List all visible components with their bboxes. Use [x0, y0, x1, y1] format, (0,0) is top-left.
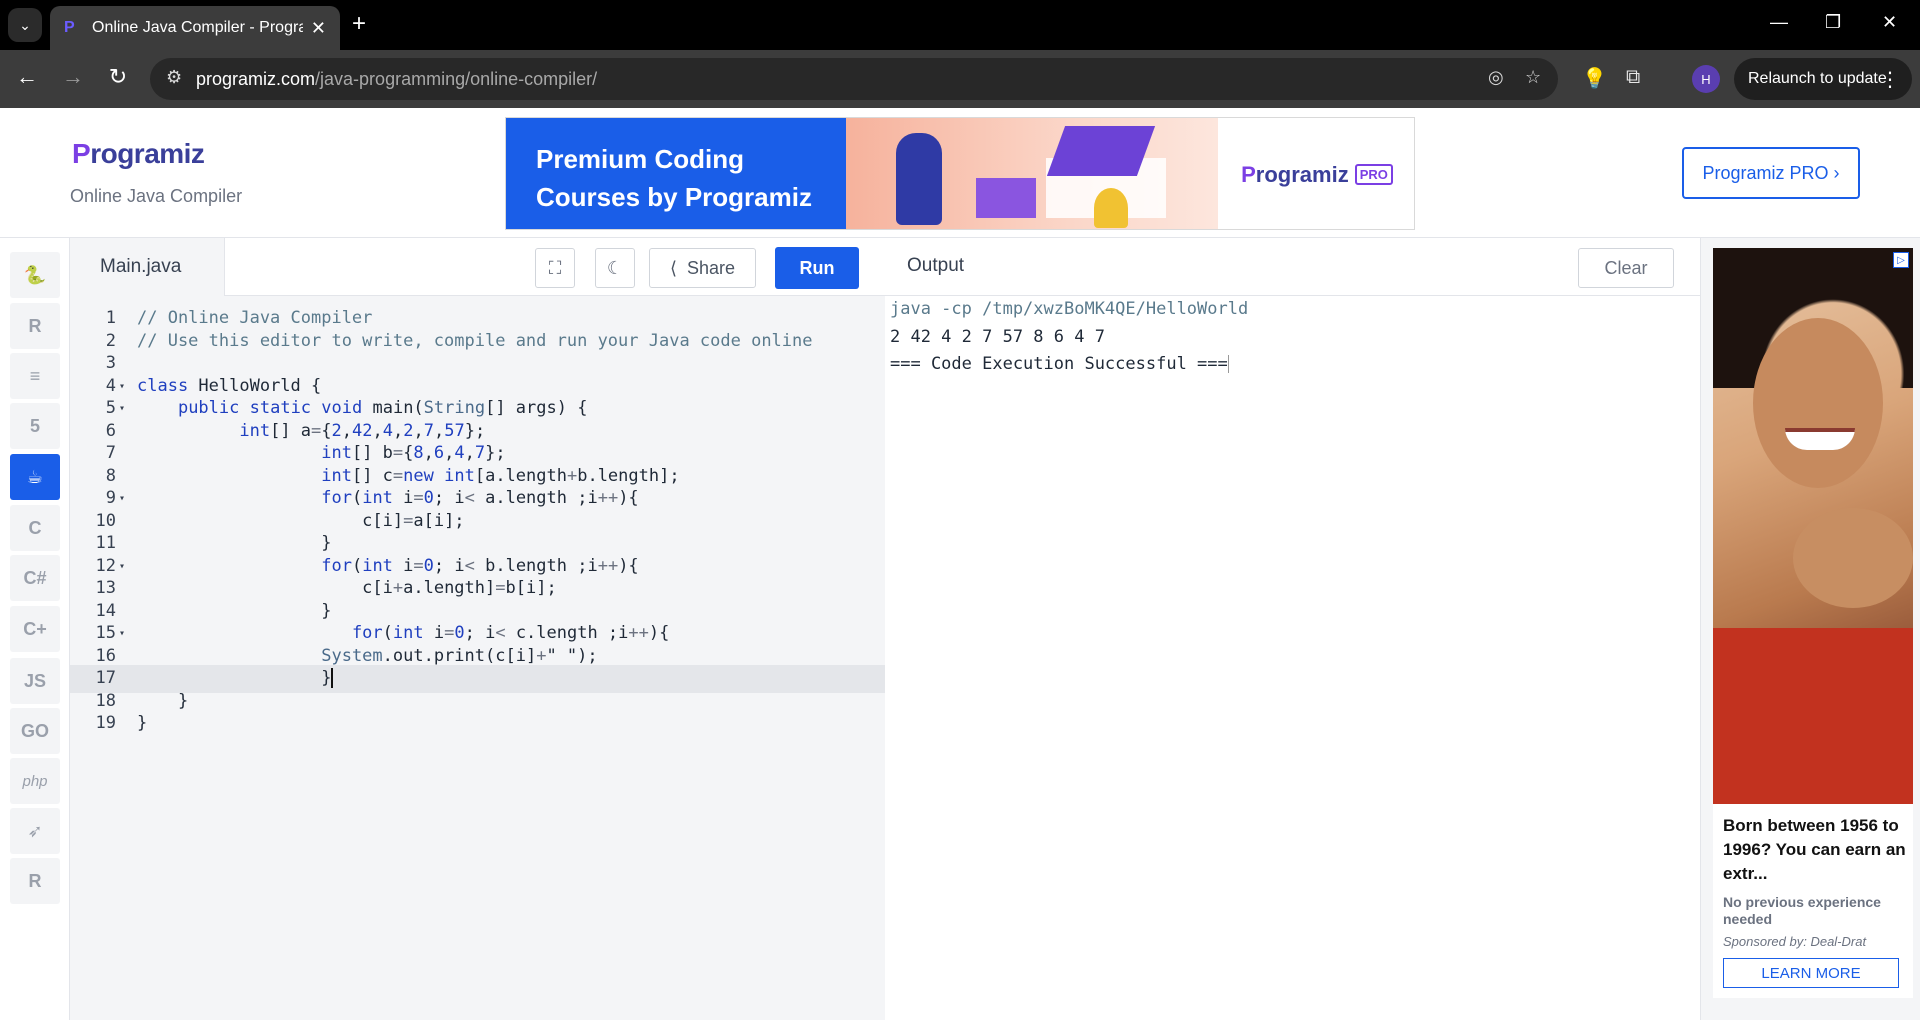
ad-photo: ▷ — [1713, 248, 1913, 804]
tab-close-icon[interactable]: ✕ — [311, 18, 326, 39]
line-number: 19 — [95, 713, 116, 733]
output-result-line: 2 42 4 2 7 57 8 6 4 7 — [890, 326, 1105, 347]
forward-icon[interactable]: → — [58, 64, 88, 90]
text-cursor — [331, 668, 334, 688]
site-header: Programiz Online Java Compiler Premium C… — [0, 108, 1920, 238]
sidebar-lang-csharp-icon[interactable]: C# — [10, 555, 60, 601]
sidebar-lang-cpp-icon[interactable]: C+ — [10, 606, 60, 652]
relaunch-label: Relaunch to update — [1748, 70, 1887, 87]
page-subtitle: Online Java Compiler — [70, 186, 243, 206]
sidebar-lang-go-icon[interactable]: GO — [10, 708, 60, 754]
code-editor-panel: Main.java ⛶ ☾ ⟨ Share Run 1// Online Jav… — [70, 238, 885, 1020]
ad-headline: Born between 1956 to 1996? You can earn … — [1723, 816, 1906, 883]
minimize-icon[interactable]: — — [1770, 12, 1788, 33]
profile-avatar[interactable]: H — [1692, 65, 1720, 93]
banner-brand: Programiz PRO — [1218, 118, 1414, 229]
programiz-favicon-icon: P — [64, 19, 75, 36]
output-panel: Output Clear java -cp /tmp/xwzBoMK4QE/He… — [885, 238, 1700, 1020]
promo-banner[interactable]: Premium Coding Courses by Programiz Progr… — [505, 117, 1415, 230]
sidebar-lang-java-icon[interactable]: ☕ — [10, 454, 60, 500]
site-info-icon[interactable]: ⚙ — [166, 67, 182, 88]
output-title: Output — [907, 255, 965, 276]
sponsored-ad[interactable]: ▷ Born between 1956 to 1996? You can ear… — [1713, 248, 1913, 998]
browser-tab[interactable]: P Online Java Compiler - Programiz ✕ — [50, 6, 340, 50]
clear-button[interactable]: Clear — [1578, 248, 1674, 288]
eye-off-icon[interactable]: ◎ — [1488, 67, 1504, 88]
tab-search-button[interactable]: ⌄ — [8, 8, 42, 42]
sidebar-lang-r-icon[interactable]: R — [10, 303, 60, 349]
close-window-icon[interactable]: ✕ — [1882, 12, 1897, 33]
sidebar-lang-swift-icon[interactable]: ➶ — [10, 808, 60, 854]
url-host: programiz.com — [196, 68, 316, 89]
banner-headline: Premium Coding Courses by Programiz — [536, 144, 812, 212]
new-tab-button[interactable]: + — [352, 10, 366, 38]
bookmark-star-icon[interactable]: ☆ — [1525, 67, 1541, 88]
more-menu-icon[interactable]: ⋮ — [1880, 67, 1900, 92]
tab-title: Online Java Compiler - Programiz — [92, 19, 303, 36]
programiz-logo[interactable]: Programiz — [72, 138, 205, 170]
output-status-line: === Code Execution Successful === — [890, 354, 1229, 374]
url-path: /java-programming/online-compiler/ — [315, 68, 598, 89]
programiz-pro-button[interactable]: Programiz PRO › — [1682, 147, 1860, 199]
browser-toolbar: ← → ↻ ⚙ programiz.com/java-programming/o… — [0, 50, 1920, 108]
relaunch-to-update-button[interactable]: Relaunch to update ⋮ — [1734, 58, 1912, 100]
address-bar[interactable]: ⚙ programiz.com/java-programming/online-… — [150, 58, 1558, 100]
file-tab-main-java[interactable]: Main.java — [70, 238, 225, 296]
sidebar-lang-javascript-icon[interactable]: JS — [10, 658, 60, 704]
share-icon: ⟨ — [669, 257, 677, 278]
run-button[interactable]: Run — [775, 247, 859, 289]
dark-mode-moon-icon[interactable]: ☾ — [595, 248, 635, 288]
sidebar-lang-c-icon[interactable]: C — [10, 505, 60, 551]
sidebar-lang-sql-icon[interactable]: ≡ — [10, 353, 60, 399]
code-text: } — [137, 713, 148, 733]
output-command-line: java -cp /tmp/xwzBoMK4QE/HelloWorld — [890, 299, 1249, 319]
extension-bulb-icon[interactable]: 💡 — [1582, 66, 1607, 91]
fullscreen-icon[interactable]: ⛶ — [535, 248, 575, 288]
ad-column: ▷ Born between 1956 to 1996? You can ear… — [1700, 238, 1920, 1020]
back-icon[interactable]: ← — [12, 64, 42, 90]
ad-sponsor: Sponsored by: Deal-Drat — [1723, 934, 1867, 949]
sidebar-lang-python-icon[interactable]: 🐍 — [10, 252, 60, 298]
browser-tab-bar: ⌄ P Online Java Compiler - Programiz ✕ +… — [0, 0, 1920, 50]
output-header: Output Clear — [885, 238, 1700, 296]
banner-illustration — [846, 118, 1218, 229]
ad-choices-icon[interactable]: ▷ — [1893, 252, 1909, 268]
share-button[interactable]: ⟨ Share — [649, 248, 756, 288]
reload-icon[interactable]: ↻ — [103, 64, 133, 90]
sidebar-lang-php-icon[interactable]: php — [10, 758, 60, 804]
restore-icon[interactable]: ❐ — [1825, 12, 1841, 33]
code-line[interactable]: 19} — [70, 710, 885, 738]
sidebar-lang-rust-icon[interactable]: R — [10, 858, 60, 904]
language-sidebar: 🐍 R ≡ 5 ☕ C C# C+ JS GO php ➶ R — [0, 238, 70, 1020]
extensions-puzzle-icon[interactable]: ⧉ — [1626, 66, 1640, 89]
sidebar-lang-html-icon[interactable]: 5 — [10, 403, 60, 449]
pro-badge: PRO — [1354, 164, 1393, 185]
editor-toolbar: Main.java ⛶ ☾ ⟨ Share Run — [70, 238, 885, 296]
ad-subtext: No previous experience needed — [1723, 894, 1881, 927]
learn-more-button[interactable]: LEARN MORE — [1723, 958, 1899, 988]
